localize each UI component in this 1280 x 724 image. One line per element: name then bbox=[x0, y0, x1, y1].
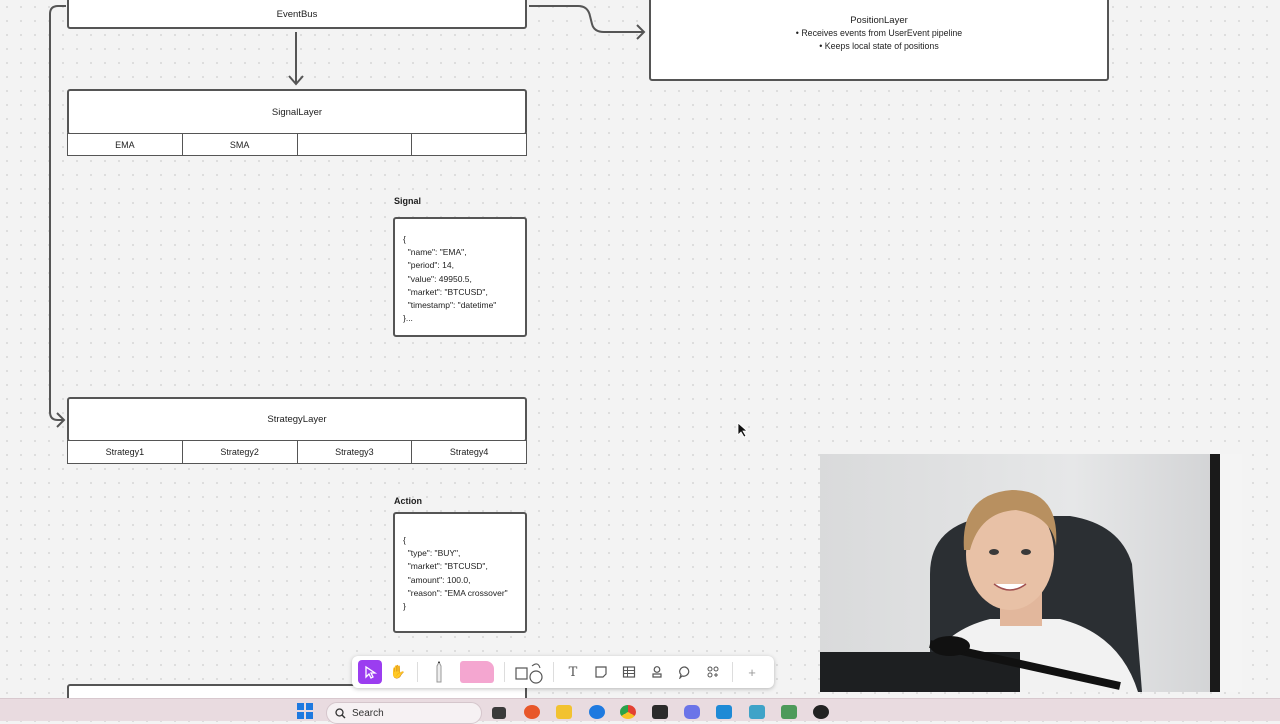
firefox-icon[interactable] bbox=[524, 705, 540, 719]
app-notification-icon[interactable] bbox=[589, 705, 605, 719]
select-tool-icon[interactable] bbox=[358, 660, 382, 684]
terminal-icon[interactable] bbox=[652, 705, 668, 719]
signal-payload-box[interactable]: { "name": "EMA", "period": 14, "value": … bbox=[393, 217, 527, 337]
highlighter-tool-icon[interactable] bbox=[457, 660, 497, 684]
chrome-icon[interactable] bbox=[620, 705, 636, 719]
signal-cell-ema[interactable]: EMA bbox=[67, 133, 183, 156]
signal-cell-sma[interactable]: SMA bbox=[182, 133, 298, 156]
text-tool-icon[interactable]: T bbox=[561, 660, 585, 684]
toolbar-divider bbox=[553, 662, 554, 682]
drawing-toolbar: ✋ T + bbox=[352, 656, 774, 688]
strategy-cell-3[interactable]: Strategy3 bbox=[297, 440, 413, 464]
comment-tool-icon[interactable] bbox=[673, 660, 697, 684]
shape-tool-icon[interactable] bbox=[512, 660, 546, 684]
action-payload-code: { "type": "BUY", "market": "BTCUSD", "am… bbox=[403, 535, 508, 612]
pen-tool-icon[interactable] bbox=[425, 660, 453, 684]
eventbus-title: EventBus bbox=[276, 9, 318, 20]
app-icon[interactable] bbox=[781, 705, 797, 719]
more-tools-icon[interactable] bbox=[701, 660, 725, 684]
eventbus-box[interactable]: EventBus bbox=[67, 0, 527, 29]
signal-cell-empty[interactable] bbox=[412, 133, 527, 156]
toolbar-divider bbox=[504, 662, 505, 682]
strategy-layer-title: StrategyLayer bbox=[267, 414, 327, 425]
strategy-cell-2[interactable]: Strategy2 bbox=[182, 440, 298, 464]
table-tool-icon[interactable] bbox=[617, 660, 641, 684]
search-placeholder: Search bbox=[352, 707, 384, 719]
windows-taskbar bbox=[0, 698, 1280, 721]
strategy-cell-4[interactable]: Strategy4 bbox=[412, 440, 527, 464]
signal-layer-cells: EMA SMA bbox=[67, 133, 527, 156]
mouse-cursor-icon bbox=[737, 422, 749, 438]
position-layer-bullets: Receives events from UserEvent pipeline … bbox=[651, 27, 1107, 53]
position-bullet: Receives events from UserEvent pipeline bbox=[651, 27, 1107, 40]
position-layer-box[interactable]: PositionLayer Receives events from UserE… bbox=[649, 0, 1109, 81]
webcam-overlay bbox=[820, 454, 1242, 692]
task-view-icon[interactable] bbox=[492, 707, 506, 719]
strategy-layer-cells: Strategy1 Strategy2 Strategy3 Strategy4 bbox=[67, 440, 527, 464]
add-tool-icon[interactable]: + bbox=[740, 660, 764, 684]
hand-tool-icon[interactable]: ✋ bbox=[386, 660, 410, 684]
presenter-video-image bbox=[820, 454, 1242, 692]
action-payload-box[interactable]: { "type": "BUY", "market": "BTCUSD", "am… bbox=[393, 512, 527, 633]
search-icon bbox=[335, 707, 346, 718]
position-layer-title: PositionLayer bbox=[850, 15, 908, 26]
vscode-icon[interactable] bbox=[716, 705, 732, 719]
signal-payload-code: { "name": "EMA", "period": 14, "value": … bbox=[403, 234, 497, 324]
stamp-tool-icon[interactable] bbox=[645, 660, 669, 684]
sticky-note-tool-icon[interactable] bbox=[589, 660, 613, 684]
toolbar-divider bbox=[417, 662, 418, 682]
strategy-cell-1[interactable]: Strategy1 bbox=[67, 440, 183, 464]
eventbus-to-strategy-arrow bbox=[49, 5, 66, 421]
action-label: Action bbox=[394, 496, 422, 506]
strategy-layer-box[interactable]: StrategyLayer bbox=[67, 397, 527, 442]
signal-label: Signal bbox=[394, 196, 422, 206]
toolbar-divider bbox=[732, 662, 733, 682]
windows-start-icon[interactable] bbox=[297, 703, 313, 719]
taskbar-search-box[interactable]: Search bbox=[326, 702, 482, 724]
discord-icon[interactable] bbox=[684, 705, 700, 719]
signal-layer-box[interactable]: SignalLayer bbox=[67, 89, 527, 135]
position-bullet: Keeps local state of positions bbox=[651, 40, 1107, 53]
file-explorer-icon[interactable] bbox=[556, 705, 572, 719]
notepad-icon[interactable] bbox=[749, 705, 765, 719]
signal-cell-empty[interactable] bbox=[297, 133, 413, 156]
signal-layer-title: SignalLayer bbox=[271, 106, 323, 118]
eventbus-to-position-arrow bbox=[529, 5, 644, 33]
record-app-icon[interactable] bbox=[813, 705, 829, 719]
